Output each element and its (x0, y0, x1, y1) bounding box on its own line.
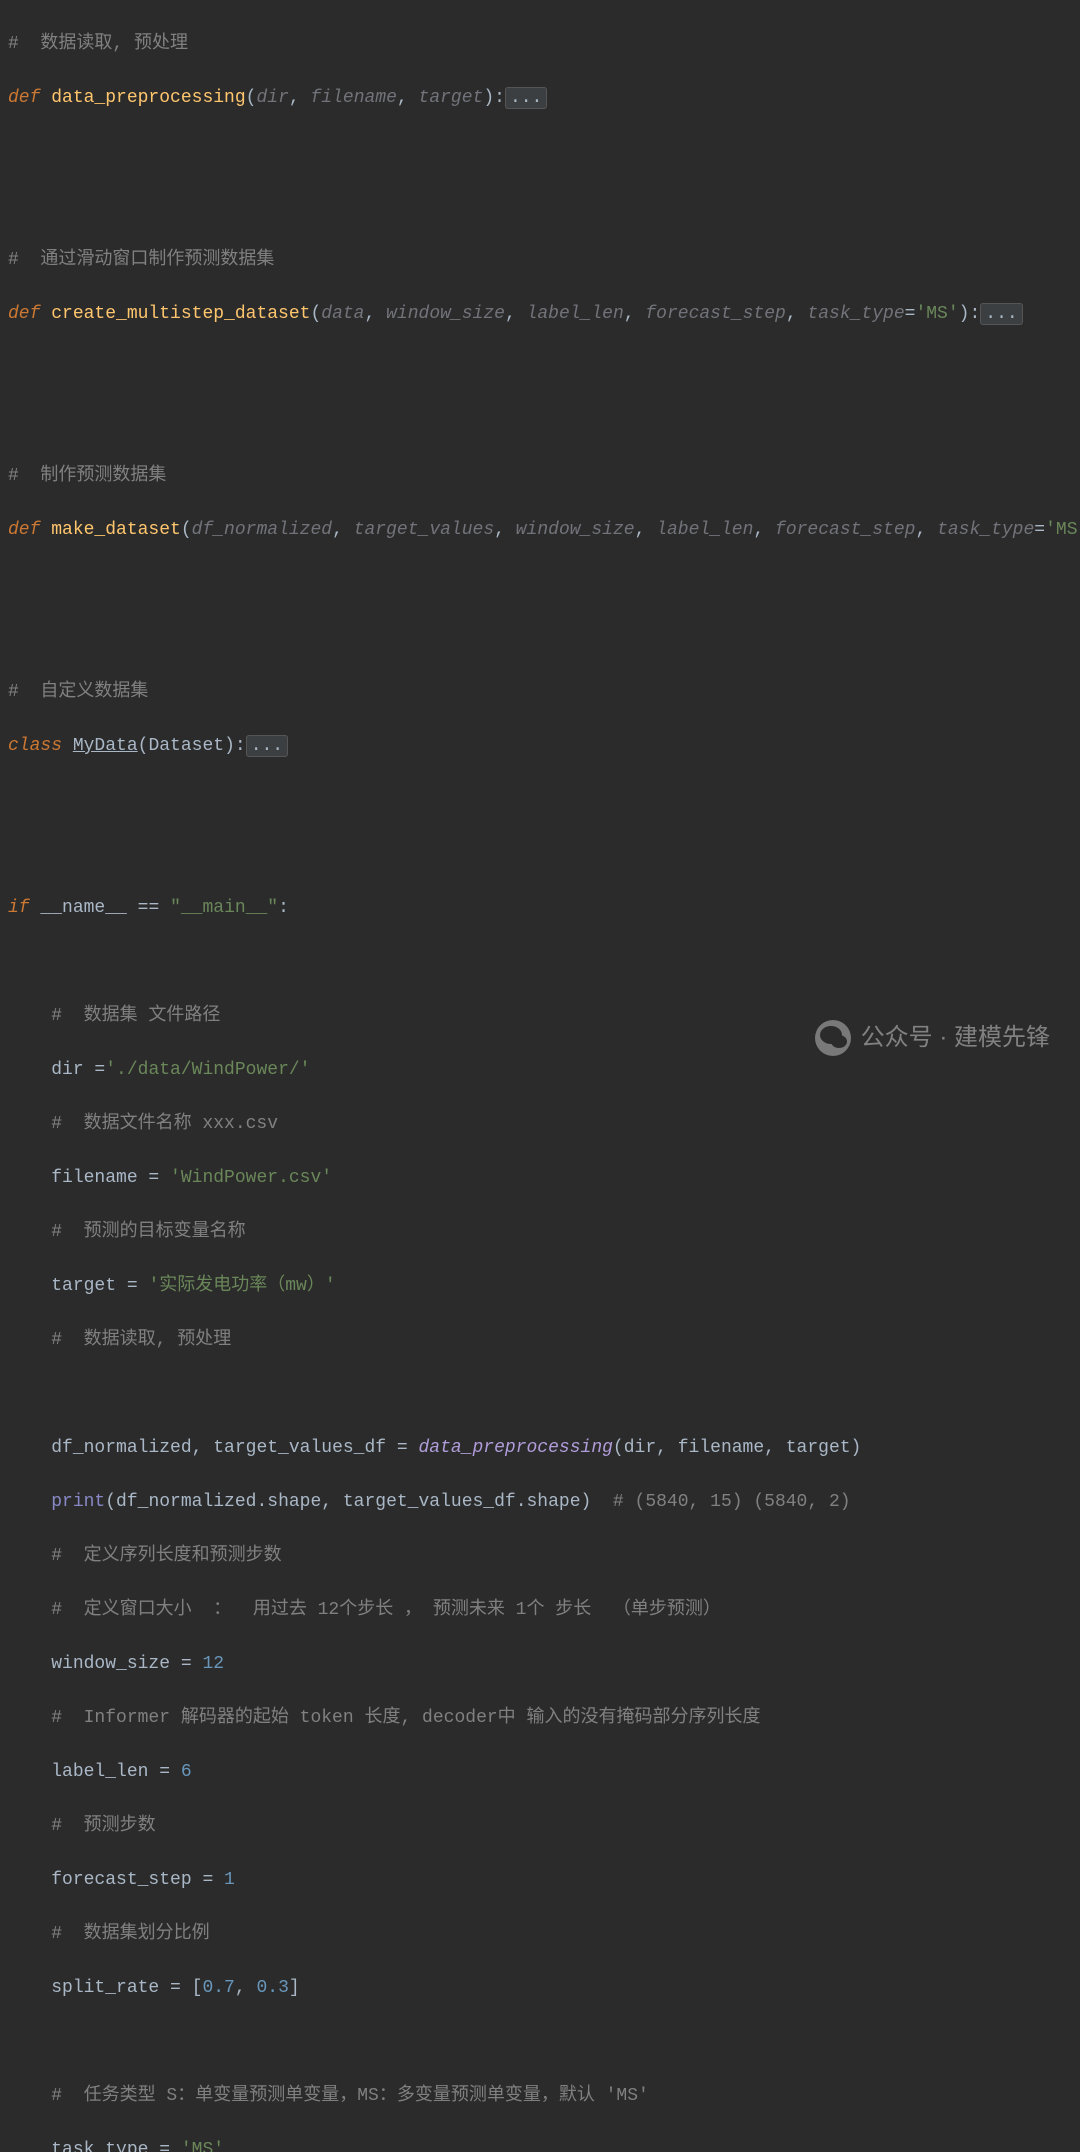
fold-ellipsis[interactable]: ... (246, 735, 288, 757)
param-data: data (321, 304, 364, 324)
comment-line: # 通过滑动窗口制作预测数据集 (8, 250, 274, 270)
if-keyword: if (8, 898, 30, 918)
func-create-multistep-dataset: create_multistep_dataset (51, 304, 310, 324)
watermark-text: 公众号 · 建模先锋 (861, 1020, 1050, 1056)
param-label-len: label_len (527, 304, 624, 324)
default-value: 'MS' (915, 304, 958, 324)
assign-filename: filename = (51, 1168, 170, 1188)
comment-line: # Informer 解码器的起始 token 长度, decoder中 输入的… (51, 1708, 760, 1728)
param-df-normalized: df_normalized (192, 520, 332, 540)
comment-line: # 预测步数 (51, 1816, 155, 1836)
comment-line: # 定义序列长度和预测步数 (51, 1546, 281, 1566)
eq-op: == (138, 898, 160, 918)
number-12: 12 (202, 1654, 224, 1674)
comment-line: # 自定义数据集 (8, 682, 148, 702)
def-keyword: def (8, 304, 40, 324)
param-window-size: window_size (386, 304, 505, 324)
assign-task-type: task_type = (51, 2140, 181, 2152)
string-target: '实际发电功率（mw）' (148, 1276, 335, 1296)
number-0.7: 0.7 (202, 1978, 234, 1998)
number-6: 6 (181, 1762, 192, 1782)
number-1: 1 (224, 1870, 235, 1890)
def-keyword: def (8, 520, 40, 540)
param-target-values: target_values (354, 520, 494, 540)
param-forecast-step: forecast_step (775, 520, 915, 540)
fold-ellipsis[interactable]: ... (980, 303, 1022, 325)
param-filename: filename (310, 88, 396, 108)
comment-line: # 数据集划分比例 (51, 1924, 209, 1944)
base-class-dataset: Dataset (148, 736, 224, 756)
assign-window-size: window_size = (51, 1654, 202, 1674)
assign-forecast-step: forecast_step = (51, 1870, 224, 1890)
comment-line: # 数据文件名称 xxx.csv (51, 1114, 278, 1134)
comment-line: # 数据集 文件路径 (51, 1006, 220, 1026)
default-value: 'MS' (1045, 520, 1080, 540)
assign-target: target = (51, 1276, 148, 1296)
print-args: (df_normalized.shape, target_values_df.s… (105, 1492, 613, 1512)
param-task-type: task_type (937, 520, 1034, 540)
assign-preproc-lhs: df_normalized, target_values_df = (51, 1438, 418, 1458)
code-editor[interactable]: # 数据读取, 预处理 def data_preprocessing(dir, … (0, 0, 1080, 2152)
func-make-dataset: make_dataset (51, 520, 181, 540)
comment-line: # 任务类型 S：单变量预测单变量，MS：多变量预测单变量，默认 'MS' (51, 2086, 649, 2106)
class-keyword: class (8, 736, 62, 756)
comment-line: # 制作预测数据集 (8, 466, 166, 486)
param-label-len: label_len (656, 520, 753, 540)
assign-split-rate: split_rate = [ (51, 1978, 202, 1998)
func-data-preprocessing: data_preprocessing (51, 88, 245, 108)
class-mydata: MyData (73, 736, 138, 756)
call-data-preprocessing: data_preprocessing (418, 1438, 612, 1458)
string-dir-path: './data/WindPower/' (105, 1060, 310, 1080)
comment-line: # 定义窗口大小 ： 用过去 12个步长 ， 预测未来 1个 步长 （单步预测） (51, 1600, 721, 1620)
param-window-size: window_size (516, 520, 635, 540)
def-keyword: def (8, 88, 40, 108)
param-dir: dir (256, 88, 288, 108)
string-filename: 'WindPower.csv' (170, 1168, 332, 1188)
call-args: (dir, filename, target) (613, 1438, 861, 1458)
wechat-watermark: 公众号 · 建模先锋 (815, 1020, 1050, 1056)
print-call: print (51, 1492, 105, 1512)
assign-label-len: label_len = (51, 1762, 181, 1782)
dunder-name: __name__ (40, 898, 126, 918)
comment-line: # 预测的目标变量名称 (51, 1222, 245, 1242)
comment-line: # 数据读取, 预处理 (8, 34, 188, 54)
param-forecast-step: forecast_step (645, 304, 785, 324)
comment-inline: # (5840, 15) (5840, 2) (613, 1492, 851, 1512)
param-target: target (419, 88, 484, 108)
number-0.3: 0.3 (256, 1978, 288, 1998)
comment-line: # 数据读取, 预处理 (51, 1330, 231, 1350)
main-string: "__main__" (170, 898, 278, 918)
fold-ellipsis[interactable]: ... (505, 87, 547, 109)
assign-dir: dir = (51, 1060, 105, 1080)
wechat-icon (815, 1020, 851, 1056)
param-task-type: task_type (807, 304, 904, 324)
string-ms: 'MS' (181, 2140, 224, 2152)
